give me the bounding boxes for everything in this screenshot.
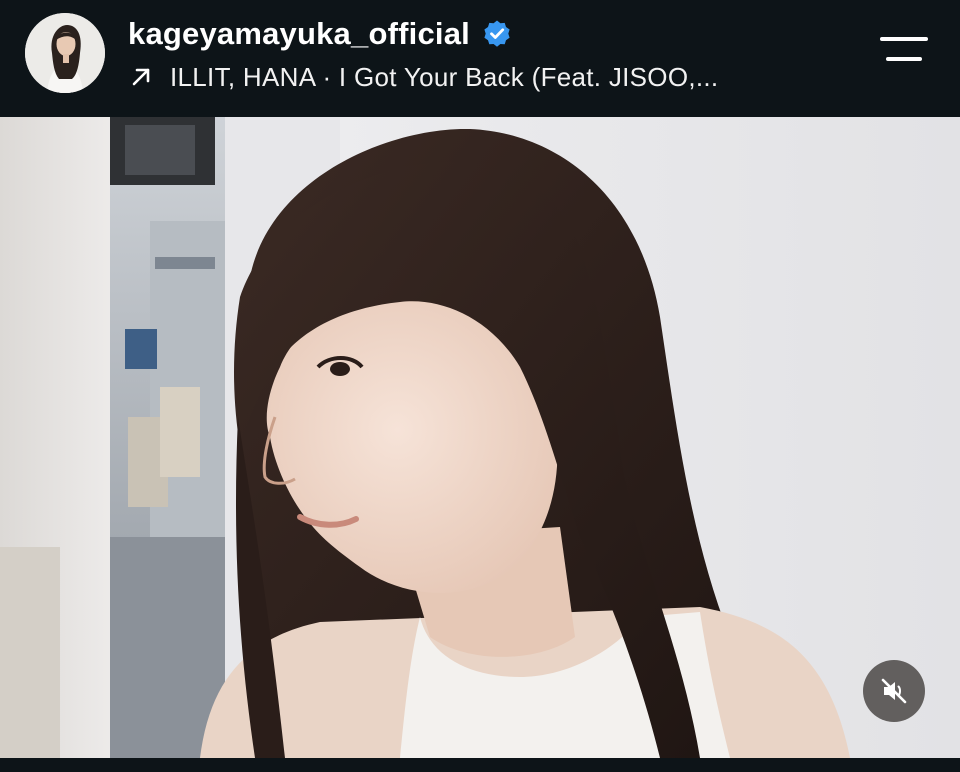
music-attribution[interactable]: ILLIT, HANA · I Got Your Back (Feat. JIS…: [130, 60, 718, 94]
username-row: kageyamayuka_official: [128, 14, 512, 54]
mute-toggle-button[interactable]: [863, 660, 925, 722]
music-track-label: ILLIT, HANA · I Got Your Back (Feat. JIS…: [170, 61, 719, 92]
profile-avatar[interactable]: [25, 13, 105, 93]
post-header: kageyamayuka_official ILLIT, HANA · I Go…: [0, 0, 960, 116]
menu-icon[interactable]: [876, 33, 932, 69]
north-east-arrow-icon: [132, 68, 150, 86]
post-image: [0, 117, 960, 758]
post-photo[interactable]: [0, 117, 960, 758]
bottom-strip: [0, 758, 960, 772]
username[interactable]: kageyamayuka_official: [128, 16, 470, 52]
avatar-image: [25, 13, 105, 93]
speaker-muted-icon: [881, 678, 907, 704]
verified-badge-icon: [484, 20, 510, 47]
